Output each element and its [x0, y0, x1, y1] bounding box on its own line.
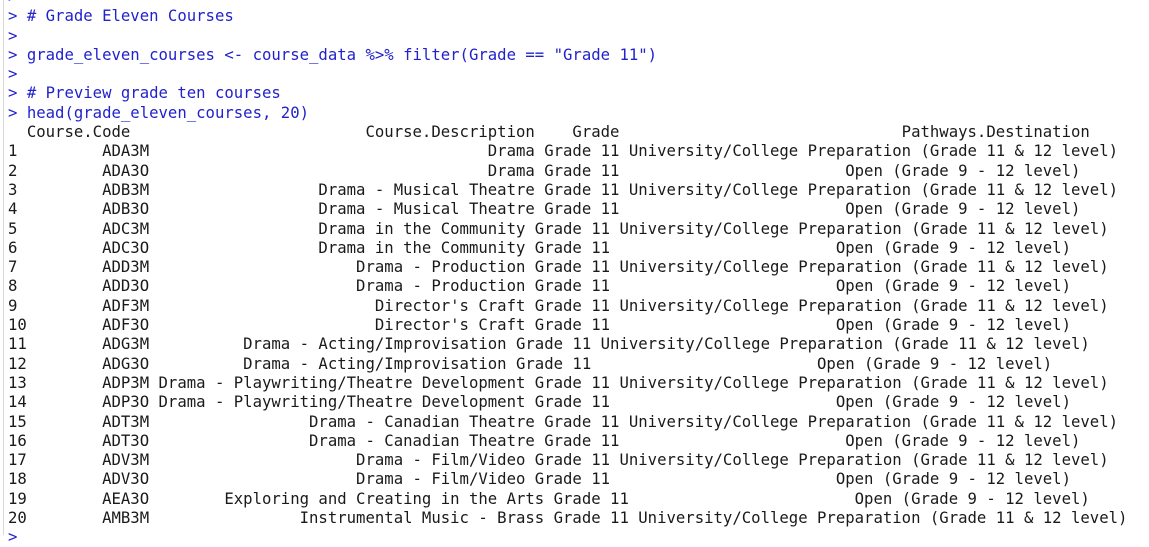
console-input-line: > grade_eleven_courses <- course_data %>… [8, 44, 658, 64]
console-output-line: 1 ADA3M Drama Grade 11 University/Colleg… [8, 141, 1119, 161]
console-output-line: 19 AEA3O Exploring and Creating in the A… [8, 488, 1090, 508]
console-output-line: 6 ADC3O Drama in the Community Grade 11 … [8, 237, 1071, 257]
console-output-line: 13 ADP3M Drama - Playwriting/Theatre Dev… [8, 372, 1109, 392]
console-output-line: 4 ADB3O Drama - Musical Theatre Grade 11… [8, 199, 1081, 219]
console-output-line: 8 ADD3O Drama - Production Grade 11 Open… [8, 276, 1071, 296]
console-output-line: 14 ADP3O Drama - Playwriting/Theatre Dev… [8, 392, 1071, 412]
r-console-pane[interactable]: >> # Grade Eleven Courses>> grade_eleven… [0, 0, 1149, 546]
console-output-line: Course.Code Course.Description Grade Pat… [8, 122, 1090, 142]
console-output-line: 10 ADF3O Director's Craft Grade 11 Open … [8, 315, 1071, 335]
console-prompt-line: > [8, 527, 18, 547]
console-output-line: 11 ADG3M Drama - Acting/Improvisation Gr… [8, 334, 1090, 354]
console-output-line: 2 ADA3O Drama Grade 11 Open (Grade 9 - 1… [8, 160, 1081, 180]
console-output-line: 20 AMB3M Instrumental Music - Brass Grad… [8, 508, 1128, 528]
console-output-scroll[interactable]: >> # Grade Eleven Courses>> grade_eleven… [0, 0, 1149, 547]
console-output-line: 5 ADC3M Drama in the Community Grade 11 … [8, 218, 1109, 238]
console-output-line: 16 ADT3O Drama - Canadian Theatre Grade … [8, 430, 1081, 450]
console-output-line: 7 ADD3M Drama - Production Grade 11 Univ… [8, 257, 1109, 277]
console-output-line: 15 ADT3M Drama - Canadian Theatre Grade … [8, 411, 1119, 431]
console-output-line: 18 ADV3O Drama - Film/Video Grade 11 Ope… [8, 469, 1071, 489]
console-prompt-line: > [8, 25, 18, 45]
console-output-line: 12 ADG3O Drama - Acting/Improvisation Gr… [8, 353, 1053, 373]
console-prompt-line: > [8, 64, 18, 84]
console-output-line: 17 ADV3M Drama - Film/Video Grade 11 Uni… [8, 450, 1109, 470]
console-input-line: > # Preview grade ten courses [8, 83, 281, 103]
console-output-line: 3 ADB3M Drama - Musical Theatre Grade 11… [8, 179, 1119, 199]
console-input-line: > head(grade_eleven_courses, 20) [8, 102, 310, 122]
console-output-line: 9 ADF3M Director's Craft Grade 11 Univer… [8, 295, 1109, 315]
console-input-line: > # Grade Eleven Courses [8, 6, 234, 26]
